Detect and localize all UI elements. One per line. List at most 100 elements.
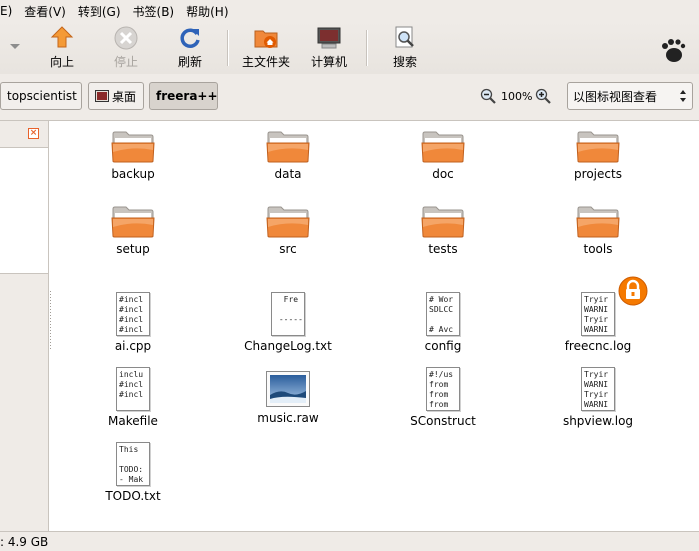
file-item[interactable]: inclu #incl #incl Makefile — [58, 367, 208, 428]
location-bar: topscientist 桌面 freera++ 100% 以图标视图查看 — [0, 74, 699, 121]
text-file-icon: Fre ----- — [271, 292, 305, 336]
stop-button[interactable]: 停止 — [110, 25, 142, 71]
view-mode-label: 以图标视图查看 — [573, 89, 658, 104]
desktop-icon — [95, 90, 109, 102]
home-folder-icon — [254, 30, 278, 48]
image-thumbnail — [270, 375, 306, 403]
path-button-current[interactable]: freera++ — [149, 82, 218, 110]
search-icon — [395, 26, 414, 48]
stop-icon — [114, 26, 138, 50]
folder-icon — [111, 205, 155, 239]
toolbar-separator — [227, 30, 229, 66]
refresh-label: 刷新 — [177, 55, 202, 69]
folder-name: src — [279, 242, 297, 256]
image-file-icon — [266, 371, 310, 407]
computer-button[interactable]: 计算机 — [306, 25, 352, 71]
menu-bar: E) 查看(V) 转到(G) 书签(B) 帮助(H) — [0, 0, 699, 22]
file-name: ai.cpp — [114, 339, 152, 353]
path-label: topscientist — [7, 89, 77, 103]
toolbar: 向上 停止 刷新 主文件夹 计算机 搜索 — [0, 22, 699, 74]
file-item[interactable]: # Wor SDLCC # Avc config — [368, 292, 518, 353]
file-name: shpview.log — [562, 414, 634, 428]
folder-item[interactable]: doc — [368, 130, 518, 181]
folder-name: data — [274, 167, 302, 181]
text-file-icon: # Wor SDLCC # Avc — [426, 292, 460, 336]
up-label: 向上 — [49, 55, 74, 69]
text-file-icon: Tryir WARNI Tryir WARNI — [581, 292, 615, 336]
folder-icon — [421, 130, 465, 164]
up-button[interactable]: 向上 — [46, 25, 78, 71]
side-pane-header: × — [0, 121, 48, 148]
home-label: 主文件夹 — [241, 55, 290, 69]
lock-emblem-icon — [618, 276, 648, 306]
folder-icon — [576, 205, 620, 239]
folder-icon — [111, 130, 155, 164]
menu-go[interactable]: 转到(G) — [71, 3, 126, 20]
folder-item[interactable]: tools — [523, 205, 673, 256]
path-button-desktop[interactable]: 桌面 — [88, 82, 144, 110]
folder-item[interactable]: tests — [368, 205, 518, 256]
side-pane-list — [0, 148, 48, 274]
search-button[interactable]: 搜索 — [389, 25, 421, 71]
folder-name: backup — [111, 167, 155, 181]
folder-icon — [266, 130, 310, 164]
file-view: backup data doc projects setup src tests… — [53, 121, 699, 531]
file-item[interactable]: #incl #incl #incl #incl ai.cpp — [58, 292, 208, 353]
file-item[interactable]: Fre ----- ChangeLog.txt — [213, 292, 363, 353]
folder-name: tools — [583, 242, 613, 256]
free-space-label: : 4.9 GB — [0, 534, 49, 549]
text-file-icon: Tryir WARNI Tryir WARNI — [581, 367, 615, 411]
file-name: Makefile — [108, 414, 158, 428]
folder-item[interactable]: setup — [58, 205, 208, 256]
view-mode-select[interactable]: 以图标视图查看 — [567, 82, 693, 110]
file-item[interactable]: #!/us from from from SConstruct — [368, 367, 518, 428]
refresh-button[interactable]: 刷新 — [174, 25, 206, 71]
side-pane: × — [0, 121, 49, 531]
file-item[interactable]: Tryir WARNI Tryir WARNI shpview.log — [523, 367, 673, 428]
search-label: 搜索 — [392, 55, 417, 69]
text-file-icon: #incl #incl #incl #incl — [116, 292, 150, 336]
text-file-icon: This TODO: - Mak — [116, 442, 150, 486]
menu-help[interactable]: 帮助(H) — [179, 3, 233, 20]
refresh-icon — [180, 28, 200, 48]
file-name: config — [424, 339, 462, 353]
zoom-in-icon[interactable] — [535, 88, 552, 104]
file-name: ChangeLog.txt — [244, 339, 332, 353]
folder-item[interactable]: src — [213, 205, 363, 256]
menu-edit[interactable]: E) — [0, 4, 17, 18]
path-label: 桌面 — [112, 89, 137, 104]
toolbar-separator-2 — [366, 30, 368, 66]
file-name: freecnc.log — [564, 339, 632, 353]
computer-icon — [317, 27, 341, 49]
close-side-pane-button[interactable]: × — [28, 128, 39, 139]
status-bar: : 4.9 GB — [0, 531, 699, 551]
folder-icon — [576, 130, 620, 164]
folder-icon — [421, 205, 465, 239]
folder-name: tests — [428, 242, 458, 256]
folder-icon — [266, 205, 310, 239]
file-item[interactable]: music.raw — [213, 367, 363, 425]
history-dropdown-icon[interactable] — [10, 44, 20, 49]
folder-name: doc — [432, 167, 454, 181]
file-name: music.raw — [257, 411, 319, 425]
folder-item[interactable]: data — [213, 130, 363, 181]
zoom-out-icon[interactable] — [480, 88, 496, 104]
up-arrow-icon — [50, 26, 74, 48]
file-name: SConstruct — [410, 414, 476, 428]
computer-label: 计算机 — [310, 55, 347, 69]
zoom-control: 100% — [480, 88, 552, 104]
select-arrows-icon — [680, 90, 686, 102]
stop-label: 停止 — [113, 55, 138, 69]
menu-bookmarks[interactable]: 书签(B) — [126, 3, 180, 20]
folder-item[interactable]: projects — [523, 130, 673, 181]
menu-view[interactable]: 查看(V) — [17, 3, 71, 20]
zoom-level[interactable]: 100% — [501, 90, 532, 103]
file-item[interactable]: Tryir WARNI Tryir WARNI freecnc.log — [523, 276, 673, 353]
gnome-foot-icon — [662, 39, 686, 62]
path-label: freera++ — [156, 89, 218, 103]
file-name: TODO.txt — [105, 489, 161, 503]
file-item[interactable]: This TODO: - Mak TODO.txt — [58, 442, 208, 503]
path-button-topscientist[interactable]: topscientist — [0, 82, 82, 110]
folder-item[interactable]: backup — [58, 130, 208, 181]
home-button[interactable]: 主文件夹 — [238, 25, 294, 71]
